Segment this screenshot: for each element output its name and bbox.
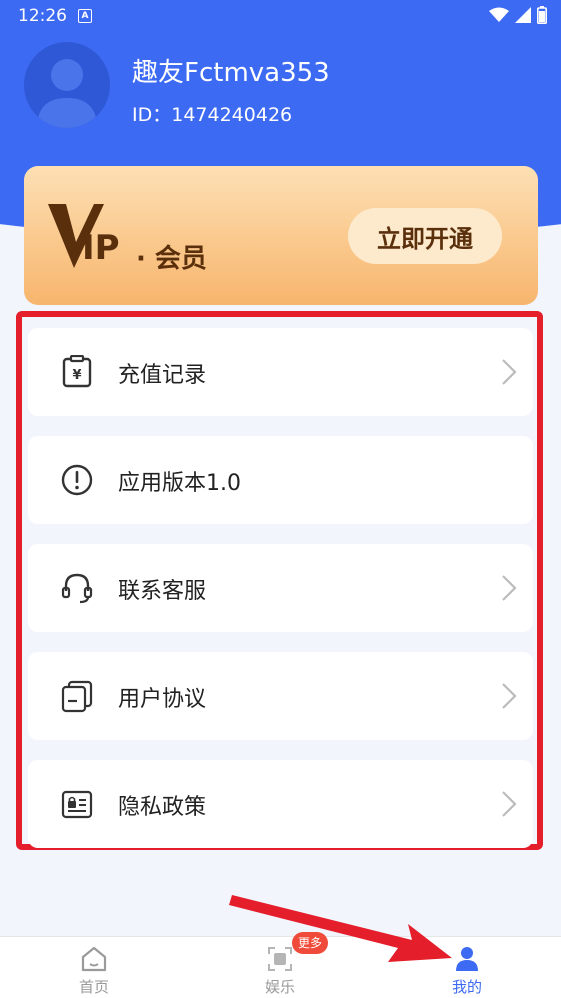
vip-open-button[interactable]: 立即开通 — [348, 208, 502, 264]
privacy-icon — [61, 790, 93, 819]
tab-mine-label: 我的 — [451, 978, 482, 996]
menu-item-label: 联系客服 — [118, 579, 207, 604]
entertainment-icon — [268, 947, 292, 971]
status-icons — [489, 6, 547, 24]
document-icon — [61, 680, 93, 713]
vip-card[interactable]: IP · 会员 立即开通 — [24, 166, 538, 305]
wallet-icon: ¥ — [62, 355, 92, 388]
tab-mine[interactable]: 我的 — [407, 937, 527, 998]
menu-item-label: 用户协议 — [118, 687, 207, 712]
chevron-right-icon — [502, 791, 517, 817]
menu-item-label: 充值记录 — [118, 363, 207, 388]
signal-icon — [515, 7, 531, 23]
more-badge: 更多 — [292, 932, 328, 954]
menu-item-version: 应用版本1.0 — [28, 436, 533, 524]
menu-item-privacy[interactable]: 隐私政策 — [28, 760, 533, 848]
tab-home[interactable]: 首页 — [34, 937, 154, 998]
tab-bar: 首页 娱乐 我的 — [0, 936, 561, 998]
info-icon — [61, 464, 93, 496]
chevron-right-icon — [502, 359, 517, 385]
menu-item-recharge[interactable]: ¥ 充值记录 — [28, 328, 533, 416]
menu-item-contact[interactable]: 联系客服 — [28, 544, 533, 632]
username: 趣友Fctmva353 — [132, 58, 330, 88]
vip-suffix: · 会员 — [136, 244, 207, 274]
notification-icon: A — [78, 9, 92, 23]
menu-item-agreement[interactable]: 用户协议 — [28, 652, 533, 740]
status-time: 12:26 — [18, 6, 67, 26]
avatar[interactable] — [24, 42, 110, 128]
headset-icon — [61, 573, 93, 604]
wifi-icon — [489, 7, 509, 22]
profile-icon — [456, 947, 478, 971]
tab-home-label: 首页 — [78, 978, 109, 996]
menu-item-label: 隐私政策 — [118, 795, 207, 820]
chevron-right-icon — [502, 683, 517, 709]
chevron-right-icon — [502, 575, 517, 601]
home-icon — [81, 946, 107, 972]
menu-item-label: 应用版本1.0 — [118, 471, 241, 496]
vip-text: IP — [82, 228, 120, 268]
user-id: ID：1474240426 — [132, 104, 293, 126]
status-bar: 12:26 A — [0, 0, 561, 32]
tab-entertainment-label: 娱乐 — [264, 978, 295, 996]
battery-icon — [537, 6, 547, 24]
vip-logo: IP · 会员 — [46, 202, 216, 274]
avatar-icon — [37, 59, 97, 128]
svg-text:¥: ¥ — [72, 368, 81, 383]
